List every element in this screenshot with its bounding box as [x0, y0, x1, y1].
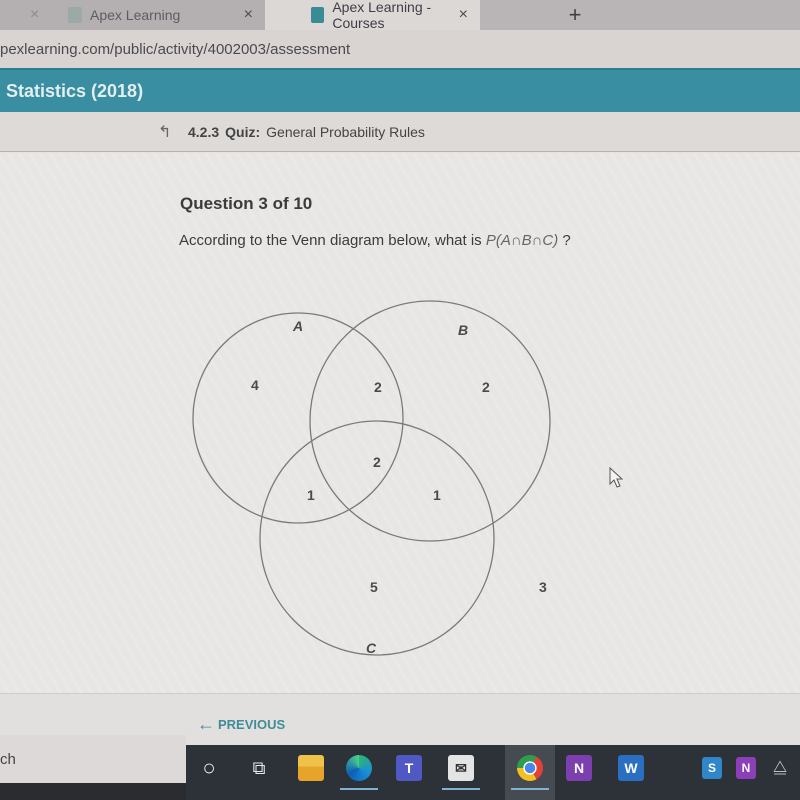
- venn-diagram: A B C 4 2 2 2 1 1 5 3: [192, 300, 551, 656]
- cortana-icon[interactable]: ○: [196, 755, 222, 781]
- address-bar[interactable]: pexlearning.com/public/activity/4002003/…: [0, 30, 800, 68]
- course-header: Statistics (2018): [0, 68, 800, 112]
- previous-label: PREVIOUS: [218, 717, 286, 732]
- onenote-icon[interactable]: N: [566, 755, 592, 781]
- chrome-icon[interactable]: [511, 755, 549, 790]
- teams-icon[interactable]: T: [396, 755, 422, 781]
- edge-icon[interactable]: [340, 755, 378, 790]
- probability-expression: P(A∩B∩C): [485, 232, 559, 249]
- onenote-tray-icon[interactable]: N: [736, 757, 756, 779]
- label-b: B: [458, 322, 468, 338]
- close-tab-icon[interactable]: ×: [459, 6, 468, 24]
- tab-apex-learning-courses[interactable]: Apex Learning - Courses ×: [265, 0, 480, 31]
- word-icon[interactable]: W: [618, 755, 644, 781]
- network-icon[interactable]: ⧋: [770, 757, 790, 779]
- taskbar-edge: [0, 783, 186, 800]
- favicon-icon: [68, 7, 82, 23]
- security-tray-icon[interactable]: S: [702, 757, 722, 779]
- question-number: Question 3 of 10: [180, 194, 313, 213]
- question-prompt: According to the Venn diagram below, wha…: [179, 232, 571, 249]
- task-view-icon[interactable]: ⧉: [246, 755, 272, 781]
- region-outside: 3: [539, 579, 547, 595]
- previous-button[interactable]: ← PREVIOUS: [197, 714, 285, 735]
- url-text[interactable]: pexlearning.com/public/activity/4002003/…: [0, 41, 350, 58]
- favicon-icon: [311, 7, 325, 23]
- region-a-and-b-only: 2: [374, 379, 382, 395]
- search-text: ch: [0, 750, 16, 768]
- taskbar-search-box[interactable]: ch: [0, 735, 186, 783]
- label-a: A: [292, 318, 303, 334]
- label-c: C: [366, 640, 377, 656]
- activity-title: General Probability Rules: [266, 123, 425, 140]
- tab-label: Apex Learning: [90, 7, 181, 23]
- mail-icon[interactable]: ✉: [442, 755, 480, 790]
- region-c-only: 5: [370, 579, 378, 595]
- arrow-left-icon: ←: [197, 714, 215, 734]
- activity-number: 4.2.3: [188, 123, 220, 140]
- prompt-text: According to the Venn diagram below, wha…: [179, 232, 486, 249]
- close-tab-icon[interactable]: ×: [244, 6, 253, 24]
- prompt-suffix: ?: [558, 232, 571, 249]
- region-b-and-c-only: 1: [433, 487, 441, 503]
- region-a-only: 4: [251, 377, 259, 393]
- new-tab-button[interactable]: +: [560, 0, 590, 30]
- region-a-and-c-only: 1: [307, 487, 315, 503]
- breadcrumb: ↰ 4.2.3 Quiz: General Probability Rules: [0, 112, 800, 152]
- course-title[interactable]: Statistics (2018): [6, 81, 143, 102]
- up-arrow-icon[interactable]: ↰: [158, 122, 176, 142]
- mouse-cursor-icon: [609, 467, 624, 488]
- file-explorer-icon[interactable]: [298, 755, 324, 781]
- windows-taskbar: ○ ⧉ T ✉ N W S N ⧋: [186, 745, 800, 800]
- close-icon[interactable]: ×: [30, 6, 39, 24]
- browser-tab-strip: × Apex Learning × Apex Learning - Course…: [0, 0, 800, 31]
- region-a-b-c: 2: [373, 454, 381, 470]
- quiz-content: Question 3 of 10 According to the Venn d…: [0, 153, 800, 693]
- circle-b: [309, 300, 551, 542]
- region-b-only: 2: [482, 379, 490, 395]
- tab-apex-learning[interactable]: × Apex Learning ×: [0, 0, 265, 30]
- activity-type: Quiz:: [225, 123, 261, 140]
- circle-a: [192, 312, 404, 524]
